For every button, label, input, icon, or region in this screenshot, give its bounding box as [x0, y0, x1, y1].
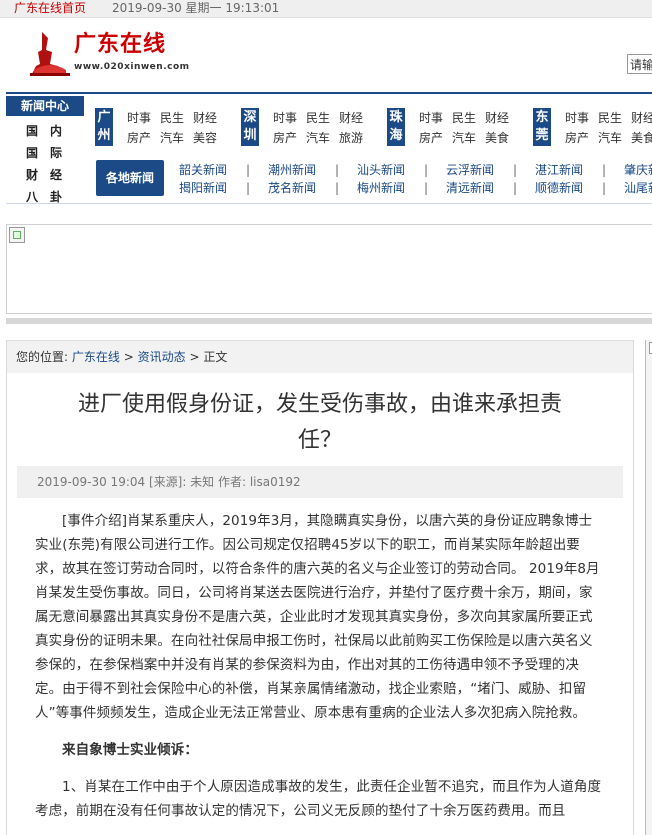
city-sub-link[interactable]: 汽车	[452, 128, 476, 148]
logo-mark-icon	[30, 32, 70, 76]
breadcrumb-prefix: 您的位置:	[16, 350, 69, 364]
city-sub-link[interactable]: 美容	[193, 128, 217, 148]
article-paragraph: [事件介绍]肖某系重庆人，2019年3月，其隐瞒真实身份，以唐六英的身份证应聘象…	[35, 513, 600, 721]
city-sub-link[interactable]: 民生	[598, 108, 622, 128]
region-link[interactable]: 湛江新闻	[535, 161, 583, 179]
region-separator: |	[602, 181, 607, 195]
region-separator: |	[246, 181, 251, 195]
left-link-char[interactable]: 国	[26, 122, 38, 139]
broken-image-icon	[9, 227, 25, 243]
city-label: 珠海	[389, 110, 403, 143]
city-zhuhai[interactable]: 珠海	[387, 108, 405, 146]
local-news-button[interactable]: 各地新闻	[96, 160, 164, 196]
city-sub-link[interactable]: 财经	[485, 108, 509, 128]
region-link[interactable]: 潮州新闻	[268, 161, 316, 179]
city-guangzhou[interactable]: 广州	[95, 108, 113, 146]
home-link[interactable]: 广东在线首页	[14, 0, 86, 17]
city-sub-link[interactable]: 民生	[452, 108, 476, 128]
current-datetime: 2019-09-30 星期一 19:13:01	[112, 1, 280, 15]
region-link[interactable]: 顺德新闻	[535, 179, 583, 197]
region-separator: |	[335, 163, 340, 177]
region-link[interactable]: 韶关新闻	[179, 161, 227, 179]
article-container: 您的位置: 广东在线 > 资讯动态 > 正文 进厂使用假身份证，发生受伤事故，由…	[6, 340, 634, 835]
breadcrumb-current: 正文	[203, 350, 228, 364]
city-sub-link[interactable]: 时事	[273, 108, 297, 128]
logo-name: 广东在线	[74, 32, 167, 57]
left-link-char[interactable]: 际	[50, 144, 62, 161]
region-link[interactable]: 茂名新闻	[268, 179, 316, 197]
city-sub-link[interactable]: 时事	[127, 108, 151, 128]
region-separator: |	[335, 181, 340, 195]
left-link-char[interactable]: 财	[26, 166, 38, 183]
breadcrumb-separator: >	[123, 350, 134, 364]
region-link[interactable]: 汕头新闻	[357, 161, 405, 179]
breadcrumb-separator: >	[189, 350, 200, 364]
search-input[interactable]: 请输	[627, 54, 652, 74]
nav-top-border	[6, 92, 652, 94]
nav-bottom-border	[6, 203, 652, 204]
region-separator: |	[424, 163, 429, 177]
region-link[interactable]: 揭阳新闻	[179, 179, 227, 197]
region-link[interactable]: 汕尾新	[624, 179, 652, 197]
city-sub-link[interactable]: 汽车	[160, 128, 184, 148]
left-link-char[interactable]: 内	[50, 122, 62, 139]
city-label: 深圳	[243, 110, 257, 143]
logo-url: www.020xinwen.com	[74, 62, 190, 72]
region-separator: |	[513, 163, 518, 177]
banner-ad[interactable]	[6, 224, 652, 314]
left-link-char[interactable]: 国	[26, 144, 38, 161]
right-sidebar-edge	[645, 340, 652, 835]
city-label: 东莞	[535, 110, 549, 143]
city-sub-link[interactable]: 时事	[419, 108, 443, 128]
article-body: [事件介绍]肖某系重庆人，2019年3月，其隐瞒真实身份，以唐六英的身份证应聘象…	[35, 509, 605, 823]
city-sub-link[interactable]: 房产	[565, 128, 589, 148]
region-link[interactable]: 梅州新闻	[357, 179, 405, 197]
city-sub-link[interactable]: 财经	[339, 108, 363, 128]
region-separator: |	[602, 163, 607, 177]
city-sub-link[interactable]: 财经	[631, 108, 652, 128]
city-sub-link[interactable]: 房产	[419, 128, 443, 148]
city-sub-link[interactable]: 民生	[160, 108, 184, 128]
region-link[interactable]: 肇庆新	[624, 161, 652, 179]
city-sub-link[interactable]: 房产	[127, 128, 151, 148]
region-separator: |	[246, 163, 251, 177]
article-subheading: 来自象博士实业倾诉：	[62, 742, 198, 758]
city-sub-link[interactable]: 财经	[193, 108, 217, 128]
breadcrumb-link-news[interactable]: 资讯动态	[138, 350, 186, 364]
region-separator: |	[513, 181, 518, 195]
breadcrumb-link-home[interactable]: 广东在线	[72, 350, 120, 364]
city-sub-link[interactable]: 旅游	[339, 128, 363, 148]
region-separator: |	[424, 181, 429, 195]
article-title-line: 进厂使用假身份证，发生受伤事故，由谁来承担责	[77, 392, 562, 417]
news-center-tab[interactable]: 新闻中心	[6, 96, 84, 116]
article-title-line: 任？	[297, 428, 342, 453]
left-link-char[interactable]: 经	[50, 166, 62, 183]
city-sub-link[interactable]: 时事	[565, 108, 589, 128]
city-sub-link[interactable]: 民生	[306, 108, 330, 128]
city-shenzhen[interactable]: 深圳	[241, 108, 259, 146]
city-sub-link[interactable]: 美食	[485, 128, 509, 148]
city-sub-link[interactable]: 汽车	[598, 128, 622, 148]
divider-bar	[6, 318, 652, 324]
city-sub-link[interactable]: 房产	[273, 128, 297, 148]
article-paragraph: 1、肖某在工作中由于个人原因造成事故的发生，此责任企业暂不追究，而且作为人道角度…	[35, 779, 602, 819]
region-link[interactable]: 清远新闻	[446, 179, 494, 197]
article-title: 进厂使用假身份证，发生受伤事故，由谁来承担责 任？	[47, 387, 593, 459]
site-logo[interactable]: 广东在线 www.020xinwen.com	[30, 30, 200, 76]
city-sub-link[interactable]: 美食	[631, 128, 652, 148]
city-dongguan[interactable]: 东莞	[533, 108, 551, 146]
breadcrumb: 您的位置: 广东在线 > 资讯动态 > 正文	[7, 341, 633, 373]
city-sub-link[interactable]: 汽车	[306, 128, 330, 148]
city-label: 广州	[97, 110, 111, 143]
article-meta: 2019-09-30 19:04 [来源]: 未知 作者: lisa0192	[17, 466, 623, 498]
top-bar: 广东在线首页 2019-09-30 星期一 19:13:01	[0, 0, 652, 18]
region-link[interactable]: 云浮新闻	[446, 161, 494, 179]
